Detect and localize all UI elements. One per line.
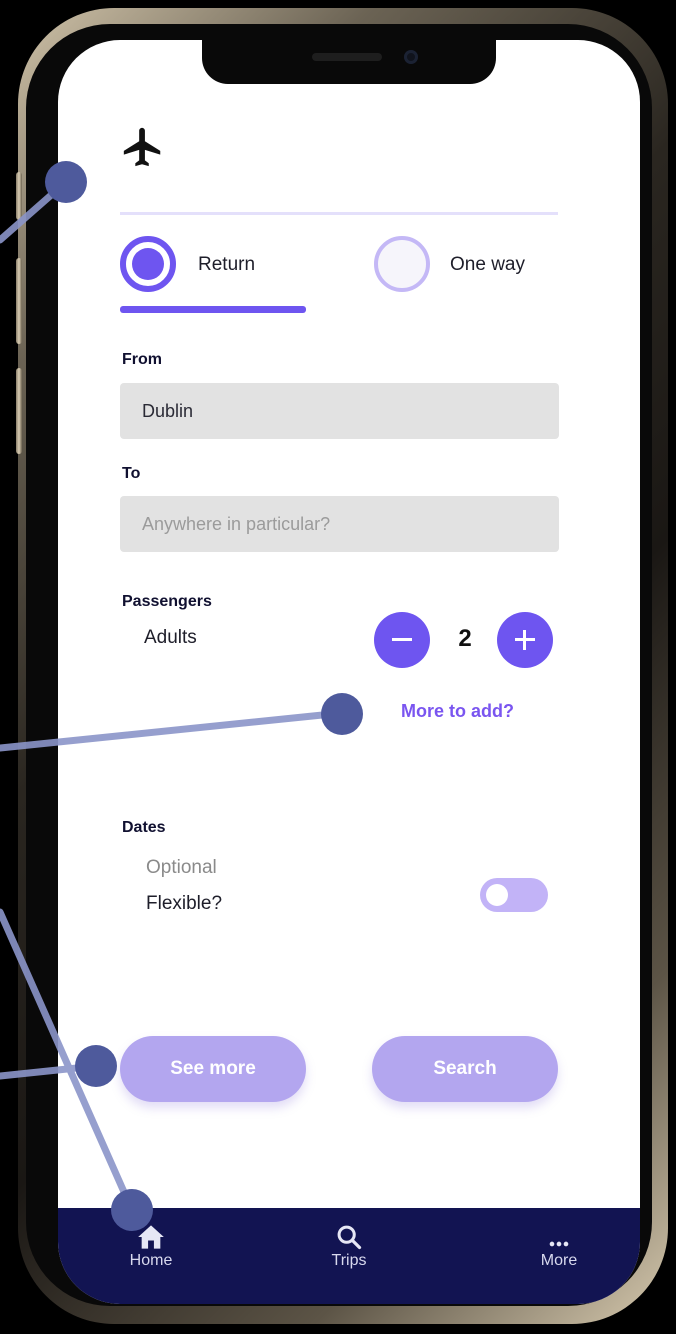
adults-count: 2	[458, 625, 472, 652]
more-passengers-link[interactable]: More to add?	[401, 701, 514, 722]
home-icon	[138, 1225, 164, 1249]
airplane-icon	[123, 127, 161, 167]
return-radio[interactable]	[120, 236, 176, 292]
to-field[interactable]: Anywhere in particular?	[120, 496, 559, 552]
from-field[interactable]: Dublin	[120, 383, 559, 439]
nav-item-home[interactable]: Home	[106, 1224, 196, 1270]
nav-item-more[interactable]: More	[514, 1224, 604, 1270]
active-tab-indicator	[120, 306, 306, 313]
nav-label-trips: Trips	[331, 1252, 367, 1269]
from-label: From	[122, 351, 162, 368]
more-dots-icon	[549, 1241, 569, 1247]
bottom-navigation: Home Trips More	[58, 1208, 640, 1304]
dates-label: Dates	[122, 819, 166, 836]
app-screen: Return One way From Dublin To Anywhere i…	[58, 40, 640, 1304]
phone-side-button	[16, 172, 22, 220]
front-camera	[404, 50, 418, 64]
one-way-label: One way	[450, 254, 525, 275]
return-label: Return	[198, 254, 256, 275]
search-button[interactable]: Search	[372, 1036, 558, 1102]
toggle-knob	[486, 884, 508, 906]
plus-icon	[523, 630, 526, 650]
phone-side-button	[16, 258, 22, 344]
search-icon	[337, 1225, 362, 1250]
flexible-label: Flexible?	[146, 893, 223, 914]
header-divider	[120, 212, 558, 215]
speaker-grille	[312, 53, 382, 61]
dates-optional-text: Optional	[146, 857, 217, 878]
one-way-radio[interactable]	[374, 236, 430, 292]
decrement-adults-button[interactable]	[374, 612, 430, 668]
to-label: To	[122, 465, 141, 482]
nav-item-trips[interactable]: Trips	[304, 1224, 394, 1270]
passengers-label: Passengers	[122, 593, 212, 610]
see-more-button[interactable]: See more	[120, 1036, 306, 1102]
phone-side-button	[16, 368, 22, 454]
increment-adults-button[interactable]	[497, 612, 553, 668]
minus-icon	[392, 638, 412, 641]
phone-notch	[202, 40, 496, 84]
nav-label-home: Home	[129, 1252, 173, 1269]
flexible-toggle[interactable]	[480, 878, 548, 912]
adults-label: Adults	[144, 627, 197, 648]
nav-label-more: More	[540, 1252, 578, 1269]
